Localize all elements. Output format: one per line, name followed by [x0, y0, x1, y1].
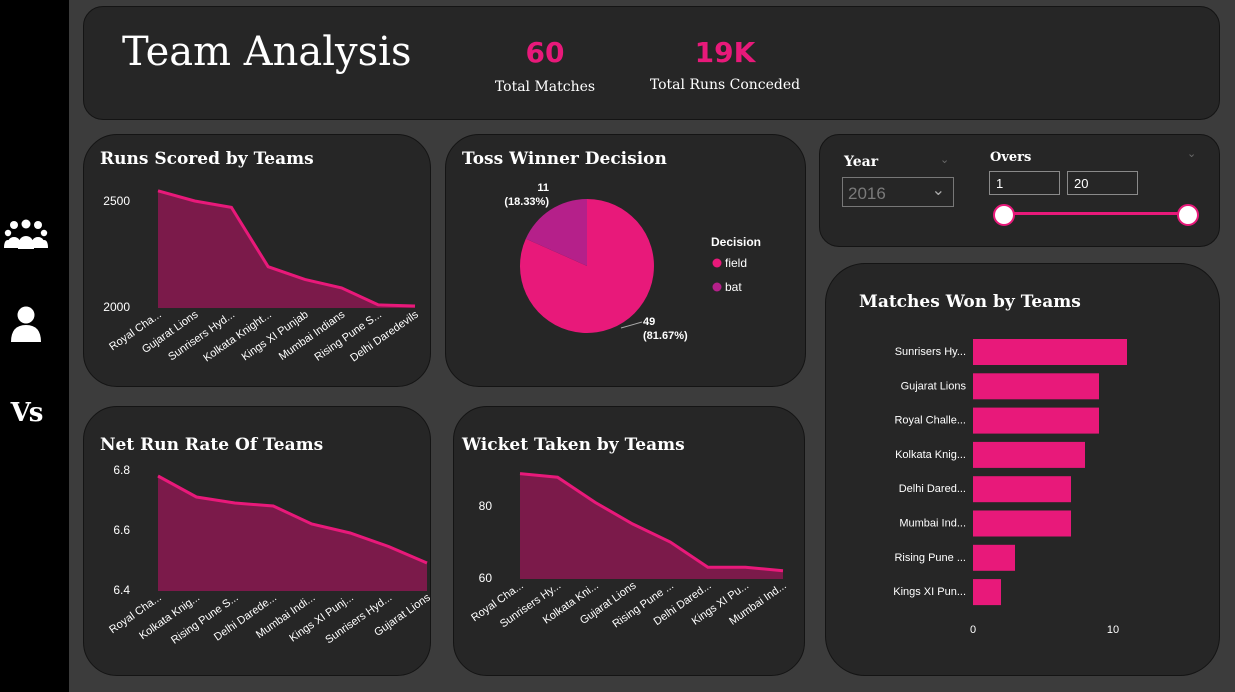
overs-slider-track[interactable]: [1004, 212, 1188, 215]
bar-label-0: Sunrisers Hy...: [895, 346, 966, 358]
nrr-xtick-6: Sunrisers Hyd...: [323, 592, 394, 647]
bar-2: [973, 407, 1099, 434]
field-count-label: 49: [643, 316, 655, 328]
year-slicer-label: Year: [844, 154, 879, 170]
bar-4: [973, 476, 1071, 503]
matches-won-card: Matches Won by Teams Sunrisers Hy... Guja…: [825, 263, 1220, 676]
runs-xtick-7: Delhi Daredevils: [348, 308, 421, 364]
player-icon[interactable]: [0, 305, 52, 343]
nrr-area: [158, 476, 427, 591]
bar-label-5: Mumbai Ind...: [899, 518, 966, 530]
bar-7: [973, 579, 1001, 606]
nrr-ytick-1: 6.6: [113, 523, 130, 537]
overs-max-input[interactable]: 20: [1067, 171, 1138, 195]
filters-card: Year ⌄ 2016 ⌄ Overs ⌄ 1 20: [819, 134, 1220, 247]
runs-ytick-1: 2500: [103, 194, 130, 208]
overs-slider-min-handle[interactable]: [993, 204, 1015, 226]
runs-area: [158, 190, 415, 308]
bar-label-1: Gujarat Lions: [901, 380, 967, 392]
net-run-rate-card: Net Run Rate Of Teams 6.4 6.6 6.8 Royal Cha…: [83, 406, 431, 676]
wickets-card: Wicket Taken by Teams 60 80 Royal Cha... Su…: [453, 406, 805, 676]
wickets-area: [520, 473, 783, 579]
bar-label-7: Kings XI Pun...: [893, 586, 966, 598]
nrr-ytick-2: 6.8: [113, 463, 130, 477]
overs-slicer-label: Overs: [990, 150, 1032, 165]
bar-label-4: Delhi Dared...: [899, 483, 966, 495]
bar-label-6: Rising Pune ...: [894, 552, 966, 564]
year-selected-value: 2016: [848, 184, 886, 203]
bar-6: [973, 544, 1015, 571]
overs-min-input[interactable]: 1: [989, 171, 1060, 195]
header-card: Team Analysis 60 Total Matches 19K Total…: [83, 6, 1220, 120]
total-matches-value: 60: [525, 36, 565, 69]
bar-0: [973, 339, 1127, 365]
runs-ytick-0: 2000: [103, 300, 130, 314]
team-group-icon[interactable]: [0, 218, 52, 250]
page-title: Team Analysis: [122, 29, 412, 75]
bat-count-label: 11: [537, 182, 549, 194]
field-leader-line: [620, 321, 643, 329]
nrr-xtick-2: Rising Pune S...: [169, 592, 240, 647]
bat-pct-label: (18.33%): [504, 196, 549, 208]
runs-scored-chart: 20002500Royal Cha...Gujarat LionsSunrise…: [103, 189, 421, 364]
matches-won-chart: Sunrisers Hy... Gujarat Lions Royal Challe…: [893, 339, 1127, 636]
toss-decision-chart: 49 (81.67%) 11 (18.33%) Decision field bat: [504, 182, 761, 342]
bar-1: [973, 373, 1099, 400]
wickets-ytick-0: 60: [479, 571, 493, 585]
overs-slider-max-handle[interactable]: [1177, 204, 1199, 226]
legend-marker-bat: [712, 282, 722, 292]
bar-3: [973, 441, 1085, 468]
bar-5: [973, 510, 1071, 537]
total-runs-label: Total Runs Conceded: [649, 77, 801, 93]
toss-decision-card: Toss Winner Decision 49 (81.67%) 11 (18.33%…: [445, 134, 806, 387]
overs-chevron-icon[interactable]: ⌄: [1187, 147, 1196, 160]
year-dropdown[interactable]: 2016 ⌄: [842, 177, 954, 207]
runs-scored-card: Runs Scored by Teams 2000 2500 Royal Cha..…: [83, 134, 431, 387]
versus-icon[interactable]: Vs: [0, 398, 52, 428]
legend-label-bat: bat: [725, 280, 742, 294]
dropdown-arrow-icon: ⌄: [931, 182, 945, 199]
legend-marker-field: [712, 258, 722, 268]
wickets-ytick-1: 80: [479, 499, 493, 513]
year-chevron-icon[interactable]: ⌄: [940, 153, 949, 166]
won-xtick-1: 10: [1107, 624, 1119, 636]
nrr-ytick-0: 6.4: [113, 583, 130, 597]
net-run-rate-chart: 6.46.66.8Royal Cha...Kolkata Knig...Risi…: [107, 463, 430, 647]
won-xtick-0: 0: [970, 624, 976, 636]
sidebar-nav: Vs: [0, 0, 69, 692]
wickets-chart: 6080Royal Cha...Sunrisers Hy...Kolkata K…: [469, 472, 789, 630]
field-pct-label: (81.67%): [643, 330, 688, 342]
total-matches-label: Total Matches: [494, 79, 596, 95]
bar-label-2: Royal Challe...: [894, 415, 966, 427]
total-runs-value: 19K: [694, 36, 756, 69]
bar-label-3: Kolkata Knig...: [895, 449, 966, 461]
legend-label-field: field: [725, 256, 747, 270]
legend-title: Decision: [711, 235, 761, 249]
